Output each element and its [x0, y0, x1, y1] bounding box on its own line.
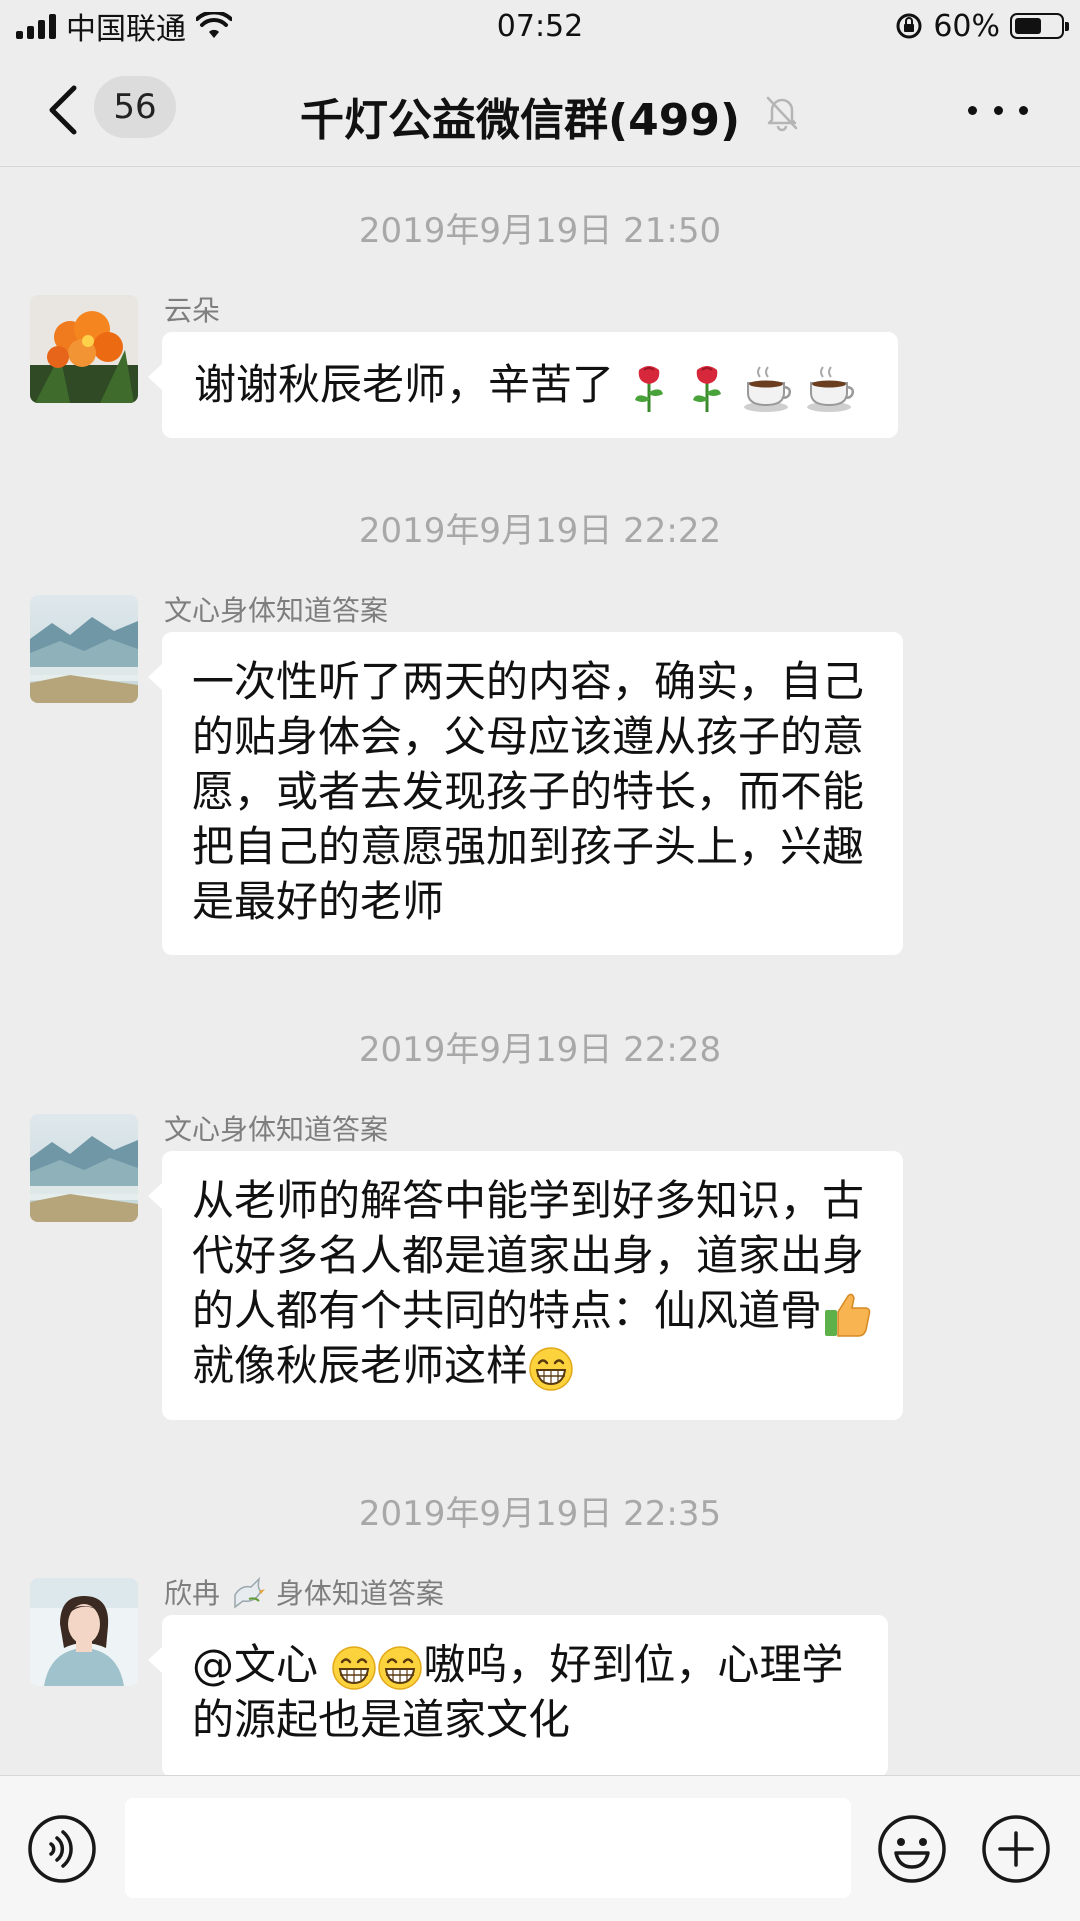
thumbs-up-emoji-icon	[825, 1293, 871, 1337]
avatar[interactable]	[30, 1578, 138, 1686]
rose-emoji-icon	[692, 365, 721, 412]
message-bubble[interactable]: 从老师的解答中能学到好多知识，古代好多名人都是道家出身，道家出身的人都有个共同的…	[148, 1151, 903, 1420]
battery-fill	[1015, 18, 1042, 34]
chat-title: 千灯公益微信群(499)	[300, 95, 741, 146]
dove-emoji-icon	[234, 1576, 265, 1609]
status-right: 60%	[895, 9, 1080, 44]
status-left: 中国联通	[0, 4, 232, 48]
back-chevron-icon[interactable]	[40, 82, 90, 138]
status-bar: 中国联通 07:52 60%	[0, 0, 1080, 52]
chat-header: 56 千灯公益微信群(499)	[0, 52, 1080, 167]
misty-mountains-avatar-image	[30, 595, 138, 703]
wifi-icon	[196, 12, 232, 38]
message-text: 从老师的解答中能学到好多知识，古代好多名人都是道家出身，道家出身的人都有个共同的…	[192, 1176, 865, 1335]
sender-name-part: 身体知道答案	[275, 1577, 444, 1610]
sender-name-part: 欣冉	[164, 1577, 221, 1610]
message-timestamp: 2019年9月19日 22:35	[358, 1494, 722, 1534]
emoji-picker-icon[interactable]	[877, 1814, 947, 1884]
message-bubble[interactable]: @文心 嗷呜，好到位，心理学的源起也是道家文化	[148, 1615, 888, 1775]
woman-portrait-avatar-image	[30, 1578, 138, 1686]
message-bubble[interactable]: 谢谢秋辰老师，辛苦了	[148, 332, 898, 438]
message-text: 谢谢秋辰老师，辛苦了	[194, 360, 615, 409]
misty-mountains-avatar-image	[30, 1114, 138, 1222]
more-options-button[interactable]	[968, 92, 1028, 128]
message-timestamp: 2019年9月19日 22:28	[358, 1030, 722, 1070]
signal-strength-icon	[16, 13, 56, 39]
sender-name: 欣冉 身体知道答案	[164, 1572, 444, 1612]
message-text: @文心	[192, 1640, 332, 1689]
avatar[interactable]	[30, 295, 138, 403]
voice-input-icon[interactable]	[27, 1814, 97, 1884]
more-actions-plus-icon[interactable]	[981, 1814, 1051, 1884]
battery-icon	[1010, 13, 1069, 39]
sender-name: 文心身体知道答案	[164, 594, 389, 627]
grin-emoji-icon	[529, 1346, 573, 1391]
message-input[interactable]	[125, 1798, 851, 1898]
sender-name: 云朵	[164, 294, 221, 327]
message-text: 就像秋辰老师这样	[192, 1341, 529, 1390]
sender-name: 文心身体知道答案	[164, 1113, 389, 1146]
avatar[interactable]	[30, 1114, 138, 1222]
carrier-name: 中国联通	[66, 12, 186, 47]
battery-percent: 60%	[933, 8, 1000, 44]
message-timestamp: 2019年9月19日 21:50	[358, 211, 722, 251]
unread-count-badge[interactable]: 56	[94, 76, 176, 138]
orientation-lock-icon	[896, 13, 922, 39]
avatar[interactable]	[30, 595, 138, 703]
message-timestamp: 2019年9月19日 22:22	[358, 511, 722, 551]
mute-bell-icon	[766, 96, 798, 132]
grin-emoji-icon	[378, 1645, 423, 1690]
coffee-emoji-icon	[807, 365, 855, 412]
message-bubble[interactable]: 一次性听了两天的内容，确实，自己的贴身体会，父母应该遵从孩子的意愿，或者去发现孩…	[148, 632, 903, 955]
message-text: 一次性听了两天的内容，确实，自己的贴身体会，父母应该遵从孩子的意愿，或者去发现孩…	[192, 657, 865, 926]
clivia-flower-avatar-image	[30, 295, 138, 403]
chat-message-list[interactable]: 2019年9月19日 21:50 云朵 谢谢秋辰老师，辛苦了 2019年9月19…	[0, 167, 1080, 1775]
rose-emoji-icon	[635, 365, 664, 412]
coffee-emoji-icon	[744, 365, 792, 412]
input-bar	[0, 1775, 1080, 1921]
grin-emoji-icon	[332, 1645, 377, 1690]
